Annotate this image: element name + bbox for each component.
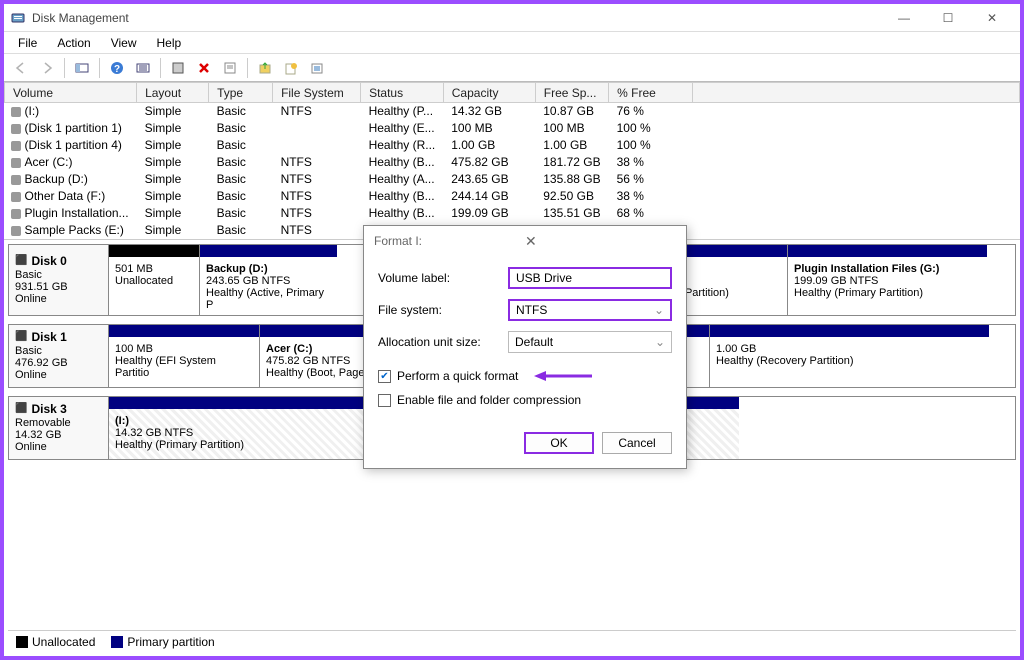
quick-format-checkbox[interactable] [378,370,391,383]
col-status[interactable]: Status [361,83,444,103]
col-type[interactable]: Type [209,83,273,103]
compression-checkbox[interactable] [378,394,391,407]
dialog-title-bar: Format I: ✕ [364,226,686,256]
show-hide-button[interactable] [71,57,93,79]
toolbar-separator [160,58,161,78]
volume-row[interactable]: (Disk 1 partition 1)SimpleBasicHealthy (… [5,120,1020,137]
toolbar-separator [64,58,65,78]
file-system-label: File system: [378,303,508,317]
disk-icon [11,175,21,185]
settings-button[interactable] [132,57,154,79]
toolbar-separator [247,58,248,78]
menu-view[interactable]: View [101,34,147,52]
disk-header[interactable]: Disk 1Basic476.92 GBOnline [9,325,109,387]
close-button[interactable]: ✕ [970,4,1014,31]
volume-row[interactable]: Backup (D:)SimpleBasicNTFSHealthy (A...2… [5,171,1020,188]
swatch-navy [111,636,123,648]
disk-icon [11,158,21,168]
help-button[interactable]: ? [106,57,128,79]
col-fs[interactable]: File System [273,83,361,103]
legend: Unallocated Primary partition [8,630,1016,652]
minimize-button[interactable]: — [882,4,926,31]
col-free[interactable]: Free Sp... [535,83,608,103]
col-capacity[interactable]: Capacity [443,83,535,103]
title-bar: Disk Management — ☐ ✕ [4,4,1020,32]
disk-header[interactable]: Disk 3Removable14.32 GBOnline [9,397,109,459]
format-dialog: Format I: ✕ Volume label: File system: N… [363,225,687,469]
file-system-select[interactable]: NTFS [508,299,672,321]
legend-primary: Primary partition [111,635,214,649]
properties-button[interactable] [219,57,241,79]
disk-icon [11,141,21,151]
volume-label-label: Volume label: [378,271,508,285]
col-pct[interactable]: % Free [609,83,693,103]
dialog-title: Format I: [374,234,525,248]
partition-unallocated[interactable]: 501 MBUnallocated [109,245,199,315]
nav-back-button[interactable] [10,57,32,79]
partition[interactable]: Backup (D:)243.65 GB NTFSHealthy (Active… [199,245,337,315]
disk-icon [11,209,21,219]
legend-unallocated: Unallocated [16,635,95,649]
menu-help[interactable]: Help [147,34,192,52]
col-spacer [693,83,1020,103]
volume-row[interactable]: Plugin Installation...SimpleBasicNTFSHea… [5,205,1020,222]
tool-button-1[interactable] [254,57,276,79]
quick-format-label: Perform a quick format [397,369,518,383]
col-layout[interactable]: Layout [137,83,209,103]
dialog-close-button[interactable]: ✕ [525,233,676,250]
partition[interactable]: Plugin Installation Files (G:)199.09 GB … [787,245,987,315]
partition[interactable]: 1.00 GBHealthy (Recovery Partition) [709,325,989,387]
refresh-button[interactable] [167,57,189,79]
delete-button[interactable] [193,57,215,79]
tool-button-3[interactable] [306,57,328,79]
maximize-button[interactable]: ☐ [926,4,970,31]
menu-action[interactable]: Action [47,34,100,52]
volume-row[interactable]: Other Data (F:)SimpleBasicNTFSHealthy (B… [5,188,1020,205]
disk-icon [11,107,21,117]
disk-header[interactable]: Disk 0Basic931.51 GBOnline [9,245,109,315]
disk-icon [11,192,21,202]
svg-text:?: ? [114,64,120,75]
disk-icon [11,226,21,236]
partition[interactable]: 100 MBHealthy (EFI System Partitio [109,325,259,387]
window-title: Disk Management [32,11,882,25]
column-header-row: Volume Layout Type File System Status Ca… [5,83,1020,103]
app-icon [10,10,26,26]
volume-row[interactable]: (Disk 1 partition 4)SimpleBasicHealthy (… [5,137,1020,154]
volume-list[interactable]: Volume Layout Type File System Status Ca… [4,82,1020,239]
tool-button-2[interactable] [280,57,302,79]
volume-row[interactable]: Acer (C:)SimpleBasicNTFSHealthy (B...475… [5,154,1020,171]
disk-icon [11,124,21,134]
annotation-arrow-icon [534,370,594,382]
menu-bar: File Action View Help [4,32,1020,54]
volume-label-input[interactable] [508,267,672,289]
cancel-button[interactable]: Cancel [602,432,672,454]
allocation-size-label: Allocation unit size: [378,335,508,349]
toolbar: ? [4,54,1020,82]
volume-row[interactable]: (I:)SimpleBasicNTFSHealthy (P...14.32 GB… [5,103,1020,120]
toolbar-separator [99,58,100,78]
allocation-size-select[interactable]: Default [508,331,672,353]
col-volume[interactable]: Volume [5,83,137,103]
swatch-black [16,636,28,648]
compression-label: Enable file and folder compression [397,393,581,407]
nav-forward-button[interactable] [36,57,58,79]
ok-button[interactable]: OK [524,432,594,454]
menu-file[interactable]: File [8,34,47,52]
